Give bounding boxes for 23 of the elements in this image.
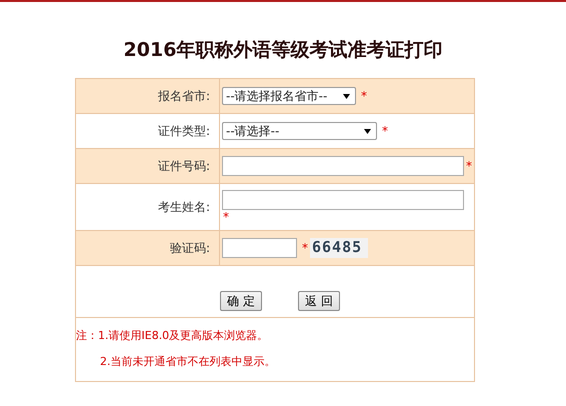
confirm-button[interactable]: 确 定	[220, 291, 262, 311]
dropdown-arrow-icon	[343, 94, 350, 98]
dropdown[interactable]: --请选择--	[222, 122, 377, 140]
captcha-image[interactable]: 66485	[310, 238, 368, 258]
page-title: 2016年职称外语等级考试准考证打印	[122, 38, 444, 63]
field-label: 考生姓名:	[158, 198, 210, 216]
required-mark: *	[223, 210, 230, 224]
field-label: 报名省市:	[158, 88, 210, 104]
field-label: 验证码:	[170, 240, 210, 256]
required-mark: *	[361, 89, 367, 103]
field-label: 证件号码:	[158, 158, 210, 174]
dropdown[interactable]: --请选择报名省市--	[222, 87, 356, 105]
note-text: 2.当前未开通省市不在列表中显示。	[99, 354, 276, 370]
back-button[interactable]: 返 回	[298, 291, 340, 311]
required-mark: *	[302, 241, 308, 255]
captcha-input[interactable]	[222, 238, 297, 258]
note-text: 注：1.请使用IE8.0及更高版本浏览器。	[76, 328, 270, 344]
required-mark: *	[382, 124, 388, 138]
input-field[interactable]	[222, 156, 464, 176]
input-field[interactable]	[222, 190, 464, 210]
required-mark: *	[466, 159, 472, 173]
dropdown-arrow-icon	[364, 128, 371, 134]
field-label: 证件类型:	[158, 122, 210, 140]
